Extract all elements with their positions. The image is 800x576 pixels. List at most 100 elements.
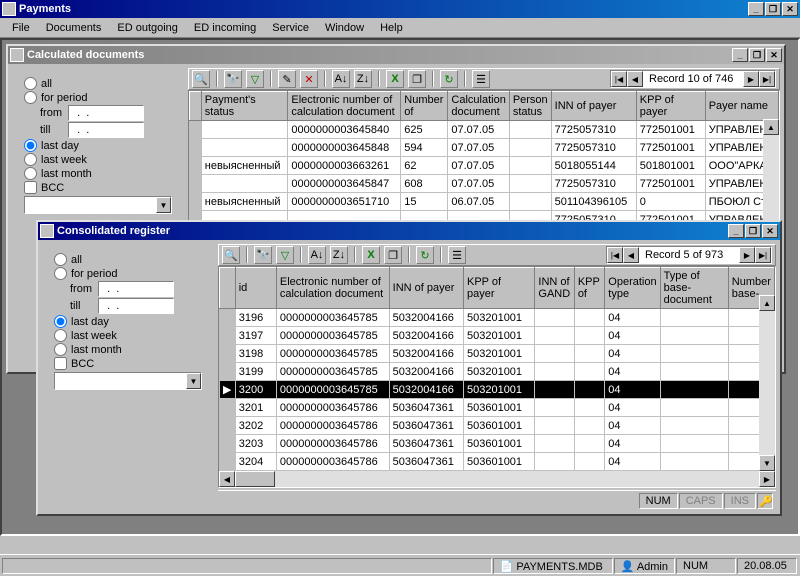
cell[interactable]: 5018055144 bbox=[551, 157, 636, 175]
cons-bcc-combo[interactable]: ▼ bbox=[54, 372, 202, 390]
chevron-down-icon[interactable]: ▼ bbox=[186, 373, 201, 389]
cell[interactable] bbox=[509, 139, 551, 157]
column-header[interactable]: Calculation document bbox=[448, 92, 509, 121]
cell[interactable]: 0000000003645786 bbox=[276, 435, 389, 453]
app-maximize-button[interactable]: ❐ bbox=[765, 2, 781, 16]
cell[interactable]: 0000000003645786 bbox=[276, 417, 389, 435]
column-header[interactable]: Number of bbox=[401, 92, 448, 121]
menu-ed-incoming[interactable]: ED incoming bbox=[186, 20, 264, 36]
calc-radio-all[interactable]: all bbox=[24, 77, 172, 90]
sort-desc-icon[interactable]: Z↓ bbox=[330, 246, 348, 264]
cons-till-input[interactable] bbox=[98, 298, 174, 314]
cell[interactable]: 5036047361 bbox=[389, 417, 463, 435]
calc-close-button[interactable]: ✕ bbox=[766, 48, 782, 62]
nav-last-icon[interactable]: ▶| bbox=[759, 71, 775, 87]
calc-radio-last-week[interactable]: last week bbox=[24, 153, 172, 166]
cell[interactable]: 04 bbox=[605, 435, 660, 453]
cell[interactable] bbox=[509, 193, 551, 211]
cell[interactable]: 0000000003645848 bbox=[288, 139, 401, 157]
delete-icon[interactable]: ✕ bbox=[300, 70, 318, 88]
chevron-down-icon[interactable]: ▼ bbox=[156, 197, 171, 213]
cons-radio-last-week[interactable]: last week bbox=[54, 329, 202, 342]
column-header[interactable]: Payer name bbox=[705, 92, 778, 121]
calc-maximize-button[interactable]: ❐ bbox=[749, 48, 765, 62]
cell[interactable]: 503601001 bbox=[463, 417, 534, 435]
column-header[interactable]: INN of payer bbox=[551, 92, 636, 121]
cell[interactable]: 503201001 bbox=[463, 309, 534, 327]
calc-till-input[interactable] bbox=[68, 122, 144, 138]
cell[interactable]: 3203 bbox=[235, 435, 276, 453]
copy-icon[interactable]: ❐ bbox=[408, 70, 426, 88]
row-header[interactable] bbox=[220, 309, 236, 327]
cell[interactable]: 04 bbox=[605, 309, 660, 327]
row-header[interactable] bbox=[220, 453, 236, 471]
menu-window[interactable]: Window bbox=[317, 20, 372, 36]
cell[interactable]: 503201001 bbox=[463, 363, 534, 381]
calc-from-input[interactable] bbox=[68, 105, 144, 121]
cell[interactable]: 503201001 bbox=[463, 327, 534, 345]
cell[interactable]: 0000000003645785 bbox=[276, 309, 389, 327]
cell[interactable]: 0000000003645786 bbox=[276, 399, 389, 417]
calc-radio-for-period[interactable]: for period bbox=[24, 91, 172, 104]
cell[interactable]: 5032004166 bbox=[389, 345, 463, 363]
calc-radio-last-month[interactable]: last month bbox=[24, 167, 172, 180]
nav-last-icon[interactable]: ▶| bbox=[755, 247, 771, 263]
cell[interactable]: 04 bbox=[605, 399, 660, 417]
cell[interactable]: 04 bbox=[605, 381, 660, 399]
table-row[interactable]: 3199000000000364578550320041665032010010… bbox=[220, 363, 775, 381]
column-header[interactable]: INN of payer bbox=[389, 268, 463, 309]
sort-desc-icon[interactable]: Z↓ bbox=[354, 70, 372, 88]
excel-icon[interactable]: X bbox=[362, 246, 380, 264]
cons-minimize-button[interactable]: _ bbox=[728, 224, 744, 238]
filter-icon[interactable]: ▽ bbox=[276, 246, 294, 264]
cell[interactable] bbox=[201, 175, 288, 193]
cell[interactable] bbox=[535, 381, 574, 399]
cons-maximize-button[interactable]: ❐ bbox=[745, 224, 761, 238]
edit-icon[interactable]: ✎ bbox=[278, 70, 296, 88]
row-header[interactable] bbox=[220, 363, 236, 381]
cell[interactable] bbox=[201, 121, 288, 139]
nav-first-icon[interactable]: |◀ bbox=[607, 247, 623, 263]
cell[interactable]: 501104396105 bbox=[551, 193, 636, 211]
cell[interactable]: 7725057310 bbox=[551, 139, 636, 157]
app-close-button[interactable]: ✕ bbox=[782, 2, 798, 16]
menu-ed-outgoing[interactable]: ED outgoing bbox=[109, 20, 186, 36]
properties-icon[interactable]: ☰ bbox=[448, 246, 466, 264]
cell[interactable]: невыясненный bbox=[201, 193, 288, 211]
calc-bcc-combo[interactable]: ▼ bbox=[24, 196, 172, 214]
cell[interactable]: 5036047361 bbox=[389, 399, 463, 417]
cell[interactable] bbox=[535, 363, 574, 381]
cell[interactable] bbox=[660, 309, 728, 327]
cell[interactable]: 5032004166 bbox=[389, 363, 463, 381]
cell[interactable] bbox=[535, 309, 574, 327]
cell[interactable] bbox=[509, 175, 551, 193]
nav-prev-icon[interactable]: ◀ bbox=[623, 247, 639, 263]
cell[interactable]: 7725057310 bbox=[551, 121, 636, 139]
table-row[interactable]: 3197000000000364578550320041665032010010… bbox=[220, 327, 775, 345]
cell[interactable] bbox=[574, 345, 604, 363]
sort-asc-icon[interactable]: A↓ bbox=[308, 246, 326, 264]
nav-next-icon[interactable]: ▶ bbox=[739, 247, 755, 263]
cell[interactable]: 07.07.05 bbox=[448, 157, 509, 175]
cell[interactable]: 772501001 bbox=[636, 139, 705, 157]
cell[interactable]: 3198 bbox=[235, 345, 276, 363]
cell[interactable] bbox=[574, 309, 604, 327]
cell[interactable]: 06.07.05 bbox=[448, 193, 509, 211]
table-row[interactable]: 3201000000000364578650360473615036010010… bbox=[220, 399, 775, 417]
cell[interactable]: 3196 bbox=[235, 309, 276, 327]
cell[interactable]: 594 bbox=[401, 139, 448, 157]
calc-minimize-button[interactable]: _ bbox=[732, 48, 748, 62]
cell[interactable]: 503201001 bbox=[463, 381, 534, 399]
app-minimize-button[interactable]: _ bbox=[748, 2, 764, 16]
menu-file[interactable]: File bbox=[4, 20, 38, 36]
cell[interactable] bbox=[660, 435, 728, 453]
cell[interactable]: 5036047361 bbox=[389, 435, 463, 453]
cell[interactable]: 3202 bbox=[235, 417, 276, 435]
menu-service[interactable]: Service bbox=[264, 20, 317, 36]
table-row[interactable]: невыясненный00000000036632616207.07.0550… bbox=[190, 157, 779, 175]
refresh-icon[interactable]: ↻ bbox=[440, 70, 458, 88]
row-header[interactable] bbox=[220, 327, 236, 345]
cell[interactable] bbox=[574, 381, 604, 399]
cell[interactable]: 07.07.05 bbox=[448, 139, 509, 157]
row-header[interactable] bbox=[220, 399, 236, 417]
